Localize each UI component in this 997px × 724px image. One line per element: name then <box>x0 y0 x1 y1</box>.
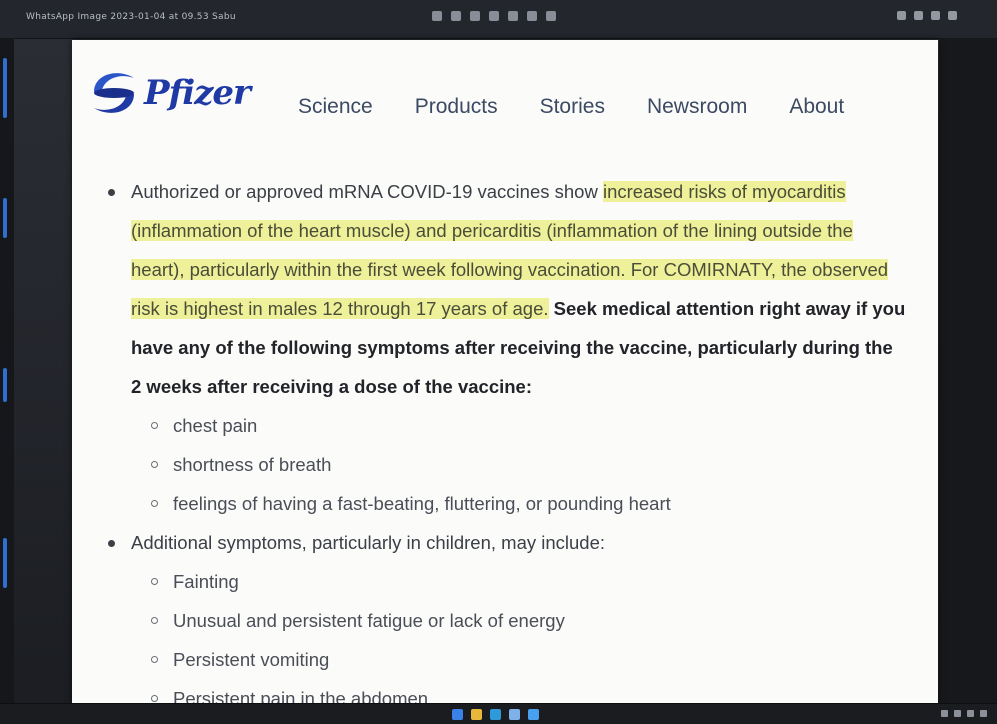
brand-name: Pfizer <box>144 73 251 113</box>
screen: WhatsApp Image 2023-01-04 at 09.53 Sabu <box>0 0 997 724</box>
window-controls <box>897 11 957 20</box>
symptom-item: Fainting <box>131 562 906 601</box>
symptom-item: chest pain <box>131 406 906 445</box>
browser-icon[interactable] <box>490 709 501 720</box>
web-page-screenshot: Pfizer Science Products Stories Newsroom… <box>72 40 938 704</box>
left-sidebar-strip <box>0 38 14 724</box>
taskbar <box>0 703 997 724</box>
child-symptom-list: Fainting Unusual and persistent fatigue … <box>131 562 906 704</box>
zoom-in-icon[interactable] <box>432 11 442 21</box>
right-dark-area <box>939 38 997 724</box>
sidebar-marker <box>3 58 7 118</box>
warning-intro-text: Authorized or approved mRNA COVID-19 vac… <box>131 181 603 202</box>
battery-icon[interactable] <box>967 710 974 717</box>
symptom-item: Persistent vomiting <box>131 640 906 679</box>
symptom-list: chest pain shortness of breath feelings … <box>131 406 906 523</box>
expand-icon[interactable] <box>897 11 906 20</box>
symptom-item: Unusual and persistent fatigue or lack o… <box>131 601 906 640</box>
file-explorer-icon[interactable] <box>471 709 482 720</box>
crop-icon[interactable] <box>489 11 499 21</box>
start-icon[interactable] <box>452 709 463 720</box>
sidebar-marker <box>3 198 7 238</box>
nav-science[interactable]: Science <box>298 95 373 119</box>
sidebar-marker <box>3 368 7 402</box>
more-icon[interactable] <box>546 11 556 21</box>
zoom-out-icon[interactable] <box>451 11 461 21</box>
delete-icon[interactable] <box>527 11 537 21</box>
list-item-additional-symptoms: Additional symptoms, particularly in chi… <box>106 523 906 704</box>
symptom-item: Persistent pain in the abdomen <box>131 679 906 704</box>
sidebar-marker <box>3 538 7 588</box>
bullet-list: Authorized or approved mRNA COVID-19 vac… <box>106 172 906 704</box>
site-navigation: Science Products Stories Newsroom About <box>298 95 886 119</box>
article-content: Authorized or approved mRNA COVID-19 vac… <box>106 172 906 704</box>
list-item-myocarditis-warning: Authorized or approved mRNA COVID-19 vac… <box>106 172 906 523</box>
viewer-toolbar <box>432 11 556 21</box>
symptom-item: shortness of breath <box>131 445 906 484</box>
volume-icon[interactable] <box>954 710 961 717</box>
taskbar-apps <box>452 709 539 720</box>
nav-products[interactable]: Products <box>415 95 498 119</box>
nav-about[interactable]: About <box>789 95 844 119</box>
close-icon[interactable] <box>948 11 957 20</box>
pfizer-logo[interactable]: Pfizer <box>88 62 251 124</box>
nav-newsroom[interactable]: Newsroom <box>647 95 747 119</box>
window-title: WhatsApp Image 2023-01-04 at 09.53 Sabu <box>26 12 236 22</box>
pfizer-swirl-icon <box>94 73 134 113</box>
clock-icon[interactable] <box>980 710 987 717</box>
info-icon[interactable] <box>931 11 940 20</box>
rotate-icon[interactable] <box>470 11 480 21</box>
viewer-title-bar: WhatsApp Image 2023-01-04 at 09.53 Sabu <box>0 0 997 39</box>
symptom-item: feelings of having a fast-beating, flutt… <box>131 484 906 523</box>
additional-symptoms-text: Additional symptoms, particularly in chi… <box>131 532 606 553</box>
edit-icon[interactable] <box>508 11 518 21</box>
store-icon[interactable] <box>528 709 539 720</box>
system-tray <box>941 710 987 717</box>
photos-icon[interactable] <box>509 709 520 720</box>
network-icon[interactable] <box>941 710 948 717</box>
share-icon[interactable] <box>914 11 923 20</box>
nav-stories[interactable]: Stories <box>540 95 605 119</box>
